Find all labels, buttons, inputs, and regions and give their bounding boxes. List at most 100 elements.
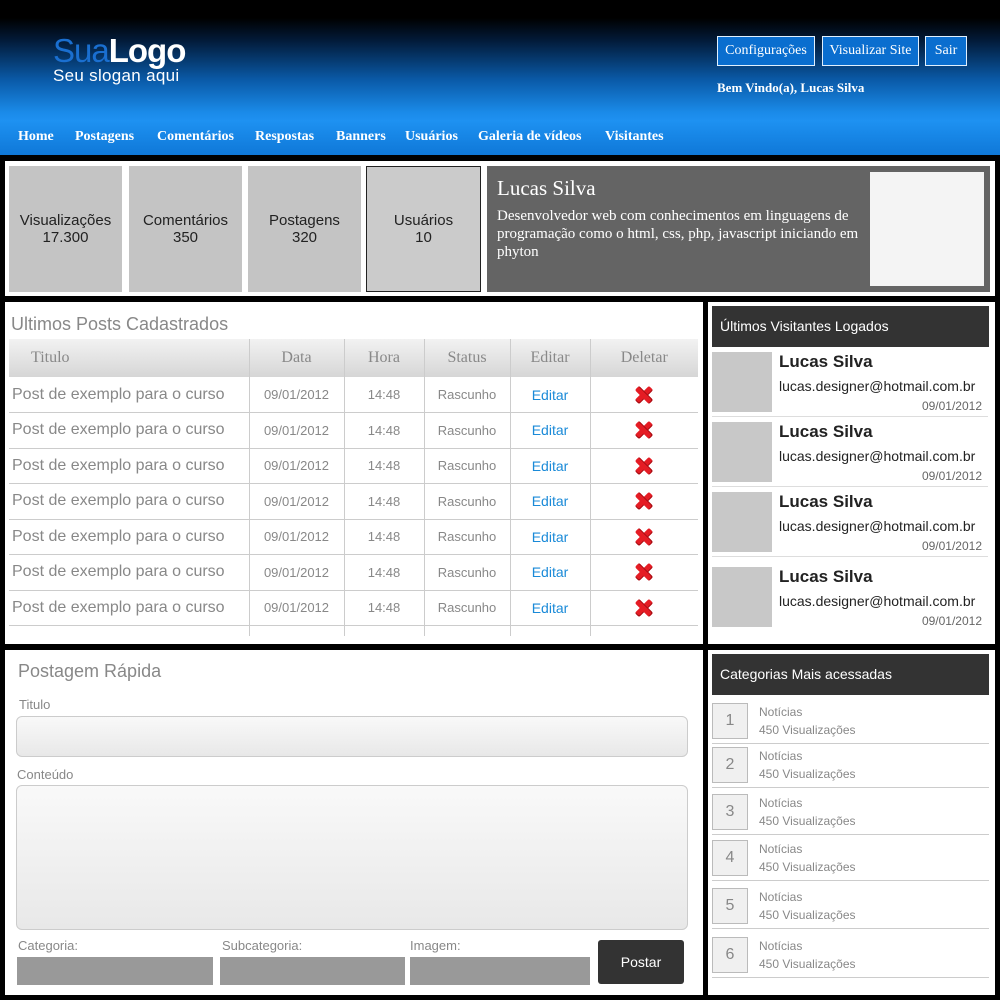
nav-postagens[interactable]: Postagens <box>75 129 134 145</box>
visitor-item[interactable]: Lucas Silva lucas.designer@hotmail.com.b… <box>712 352 988 417</box>
view-site-button[interactable]: Visualizar Site <box>822 36 919 66</box>
post-title[interactable]: Post de exemplo para o curso <box>9 412 249 449</box>
logo-sua: Sua <box>53 32 110 69</box>
delete-icon[interactable] <box>634 491 654 511</box>
col-titulo[interactable]: Titulo <box>9 339 249 377</box>
content-textarea[interactable] <box>16 785 688 930</box>
stat-visualizacoes[interactable]: Visualizações 17.300 <box>9 166 122 292</box>
post-status: Rascunho <box>423 590 510 626</box>
visitor-item[interactable]: Lucas Silva lucas.designer@hotmail.com.b… <box>712 492 988 557</box>
category-item[interactable]: 5 Notícias 450 Visualizações <box>712 883 989 929</box>
category-views: 450 Visualizações <box>759 814 856 828</box>
post-time: 14:48 <box>343 377 424 413</box>
stat-postagens[interactable]: Postagens 320 <box>248 166 361 292</box>
stat-comentarios[interactable]: Comentários 350 <box>129 166 242 292</box>
post-status: Rascunho <box>423 483 510 520</box>
category-item[interactable]: 6 Notícias 450 Visualizações <box>712 932 989 978</box>
col-status[interactable]: Status <box>423 339 510 377</box>
edit-link[interactable]: Editar <box>509 483 590 520</box>
col-hora[interactable]: Hora <box>343 339 424 377</box>
settings-button[interactable]: Configurações <box>717 36 815 66</box>
table-row: Post de exemplo para o curso 09/01/2012 … <box>9 448 698 484</box>
nav-banners[interactable]: Banners <box>336 129 386 145</box>
nav-comentarios[interactable]: Comentários <box>157 129 234 145</box>
category-views: 450 Visualizações <box>759 767 856 781</box>
category-item[interactable]: 1 Notícias 450 Visualizações <box>712 698 989 744</box>
category-rank: 1 <box>712 703 748 739</box>
post-title[interactable]: Post de exemplo para o curso <box>9 483 249 520</box>
visitor-name: Lucas Silva <box>779 567 873 586</box>
visitor-date: 09/01/2012 <box>921 539 982 553</box>
edit-link[interactable]: Editar <box>509 590 590 626</box>
col-data[interactable]: Data <box>248 339 344 377</box>
stat-label: Comentários <box>142 212 229 229</box>
nav-home[interactable]: Home <box>18 129 54 145</box>
title-input[interactable] <box>16 716 688 757</box>
delete-icon[interactable] <box>634 562 654 582</box>
content-label: Conteúdo <box>17 767 74 782</box>
post-time: 14:48 <box>343 483 424 520</box>
image-select[interactable] <box>410 957 590 985</box>
site-logo[interactable]: SuaLogo Seu slogan aqui <box>53 32 186 85</box>
stat-usuarios[interactable]: Usuários 10 <box>366 166 481 292</box>
post-time: 14:48 <box>343 412 424 449</box>
logout-button[interactable]: Sair <box>925 36 967 66</box>
categories-title: Categorias Mais acessadas <box>712 654 989 695</box>
category-rank: 2 <box>712 747 748 783</box>
category-views: 450 Visualizações <box>759 908 856 922</box>
post-date: 09/01/2012 <box>248 590 344 626</box>
nav-respostas[interactable]: Respostas <box>255 129 314 145</box>
delete-icon[interactable] <box>634 456 654 476</box>
delete-icon[interactable] <box>634 420 654 440</box>
nav-galeria-videos[interactable]: Galeria de vídeos <box>478 129 581 145</box>
posts-table: Titulo Data Hora Status Editar Deletar P… <box>9 339 698 636</box>
post-time: 14:48 <box>343 519 424 555</box>
delete-icon[interactable] <box>634 385 654 405</box>
delete-icon[interactable] <box>634 527 654 547</box>
table-row: Post de exemplo para o curso 09/01/2012 … <box>9 590 698 626</box>
post-date: 09/01/2012 <box>248 448 344 484</box>
edit-link[interactable]: Editar <box>509 377 590 413</box>
visitor-item[interactable]: Lucas Silva lucas.designer@hotmail.com.b… <box>712 422 988 487</box>
category-label: Categoria: <box>18 938 78 953</box>
edit-link[interactable]: Editar <box>509 554 590 591</box>
post-button[interactable]: Postar <box>598 940 684 984</box>
visitor-name: Lucas Silva <box>779 422 873 441</box>
header: SuaLogo Seu slogan aqui Configurações Vi… <box>0 0 1000 120</box>
post-title[interactable]: Post de exemplo para o curso <box>9 590 249 626</box>
delete-icon[interactable] <box>634 598 654 618</box>
table-row: Post de exemplo para o curso 09/01/2012 … <box>9 483 698 520</box>
delete-cell <box>589 590 698 626</box>
table-row: Post de exemplo para o curso 09/01/2012 … <box>9 377 698 413</box>
delete-cell <box>589 412 698 449</box>
post-title[interactable]: Post de exemplo para o curso <box>9 448 249 484</box>
delete-cell <box>589 448 698 484</box>
post-title[interactable]: Post de exemplo para o curso <box>9 519 249 555</box>
post-title[interactable]: Post de exemplo para o curso <box>9 554 249 591</box>
table-row: Post de exemplo para o curso 09/01/2012 … <box>9 519 698 555</box>
edit-link[interactable]: Editar <box>509 448 590 484</box>
visitor-name: Lucas Silva <box>779 352 873 371</box>
post-date: 09/01/2012 <box>248 554 344 591</box>
category-item[interactable]: 4 Notícias 450 Visualizações <box>712 835 989 881</box>
post-status: Rascunho <box>423 377 510 413</box>
visitor-item[interactable]: Lucas Silva lucas.designer@hotmail.com.b… <box>712 567 988 633</box>
nav-visitantes[interactable]: Visitantes <box>605 129 664 145</box>
category-views: 450 Visualizações <box>759 723 856 737</box>
subcategory-select[interactable] <box>220 957 405 985</box>
edit-link[interactable]: Editar <box>509 519 590 555</box>
category-rank: 3 <box>712 794 748 830</box>
post-status: Rascunho <box>423 412 510 449</box>
welcome-text: Bem Vindo(a), Lucas Silva <box>717 80 865 95</box>
delete-cell <box>589 377 698 413</box>
category-name: Notícias <box>759 890 803 904</box>
delete-cell <box>589 483 698 520</box>
nav-usuarios[interactable]: Usuários <box>405 129 458 145</box>
post-title[interactable]: Post de exemplo para o curso <box>9 377 249 413</box>
image-label: Imagem: <box>410 938 461 953</box>
category-rank: 5 <box>712 888 748 924</box>
category-select[interactable] <box>17 957 213 985</box>
category-item[interactable]: 3 Notícias 450 Visualizações <box>712 789 989 835</box>
category-item[interactable]: 2 Notícias 450 Visualizações <box>712 742 989 788</box>
edit-link[interactable]: Editar <box>509 412 590 449</box>
